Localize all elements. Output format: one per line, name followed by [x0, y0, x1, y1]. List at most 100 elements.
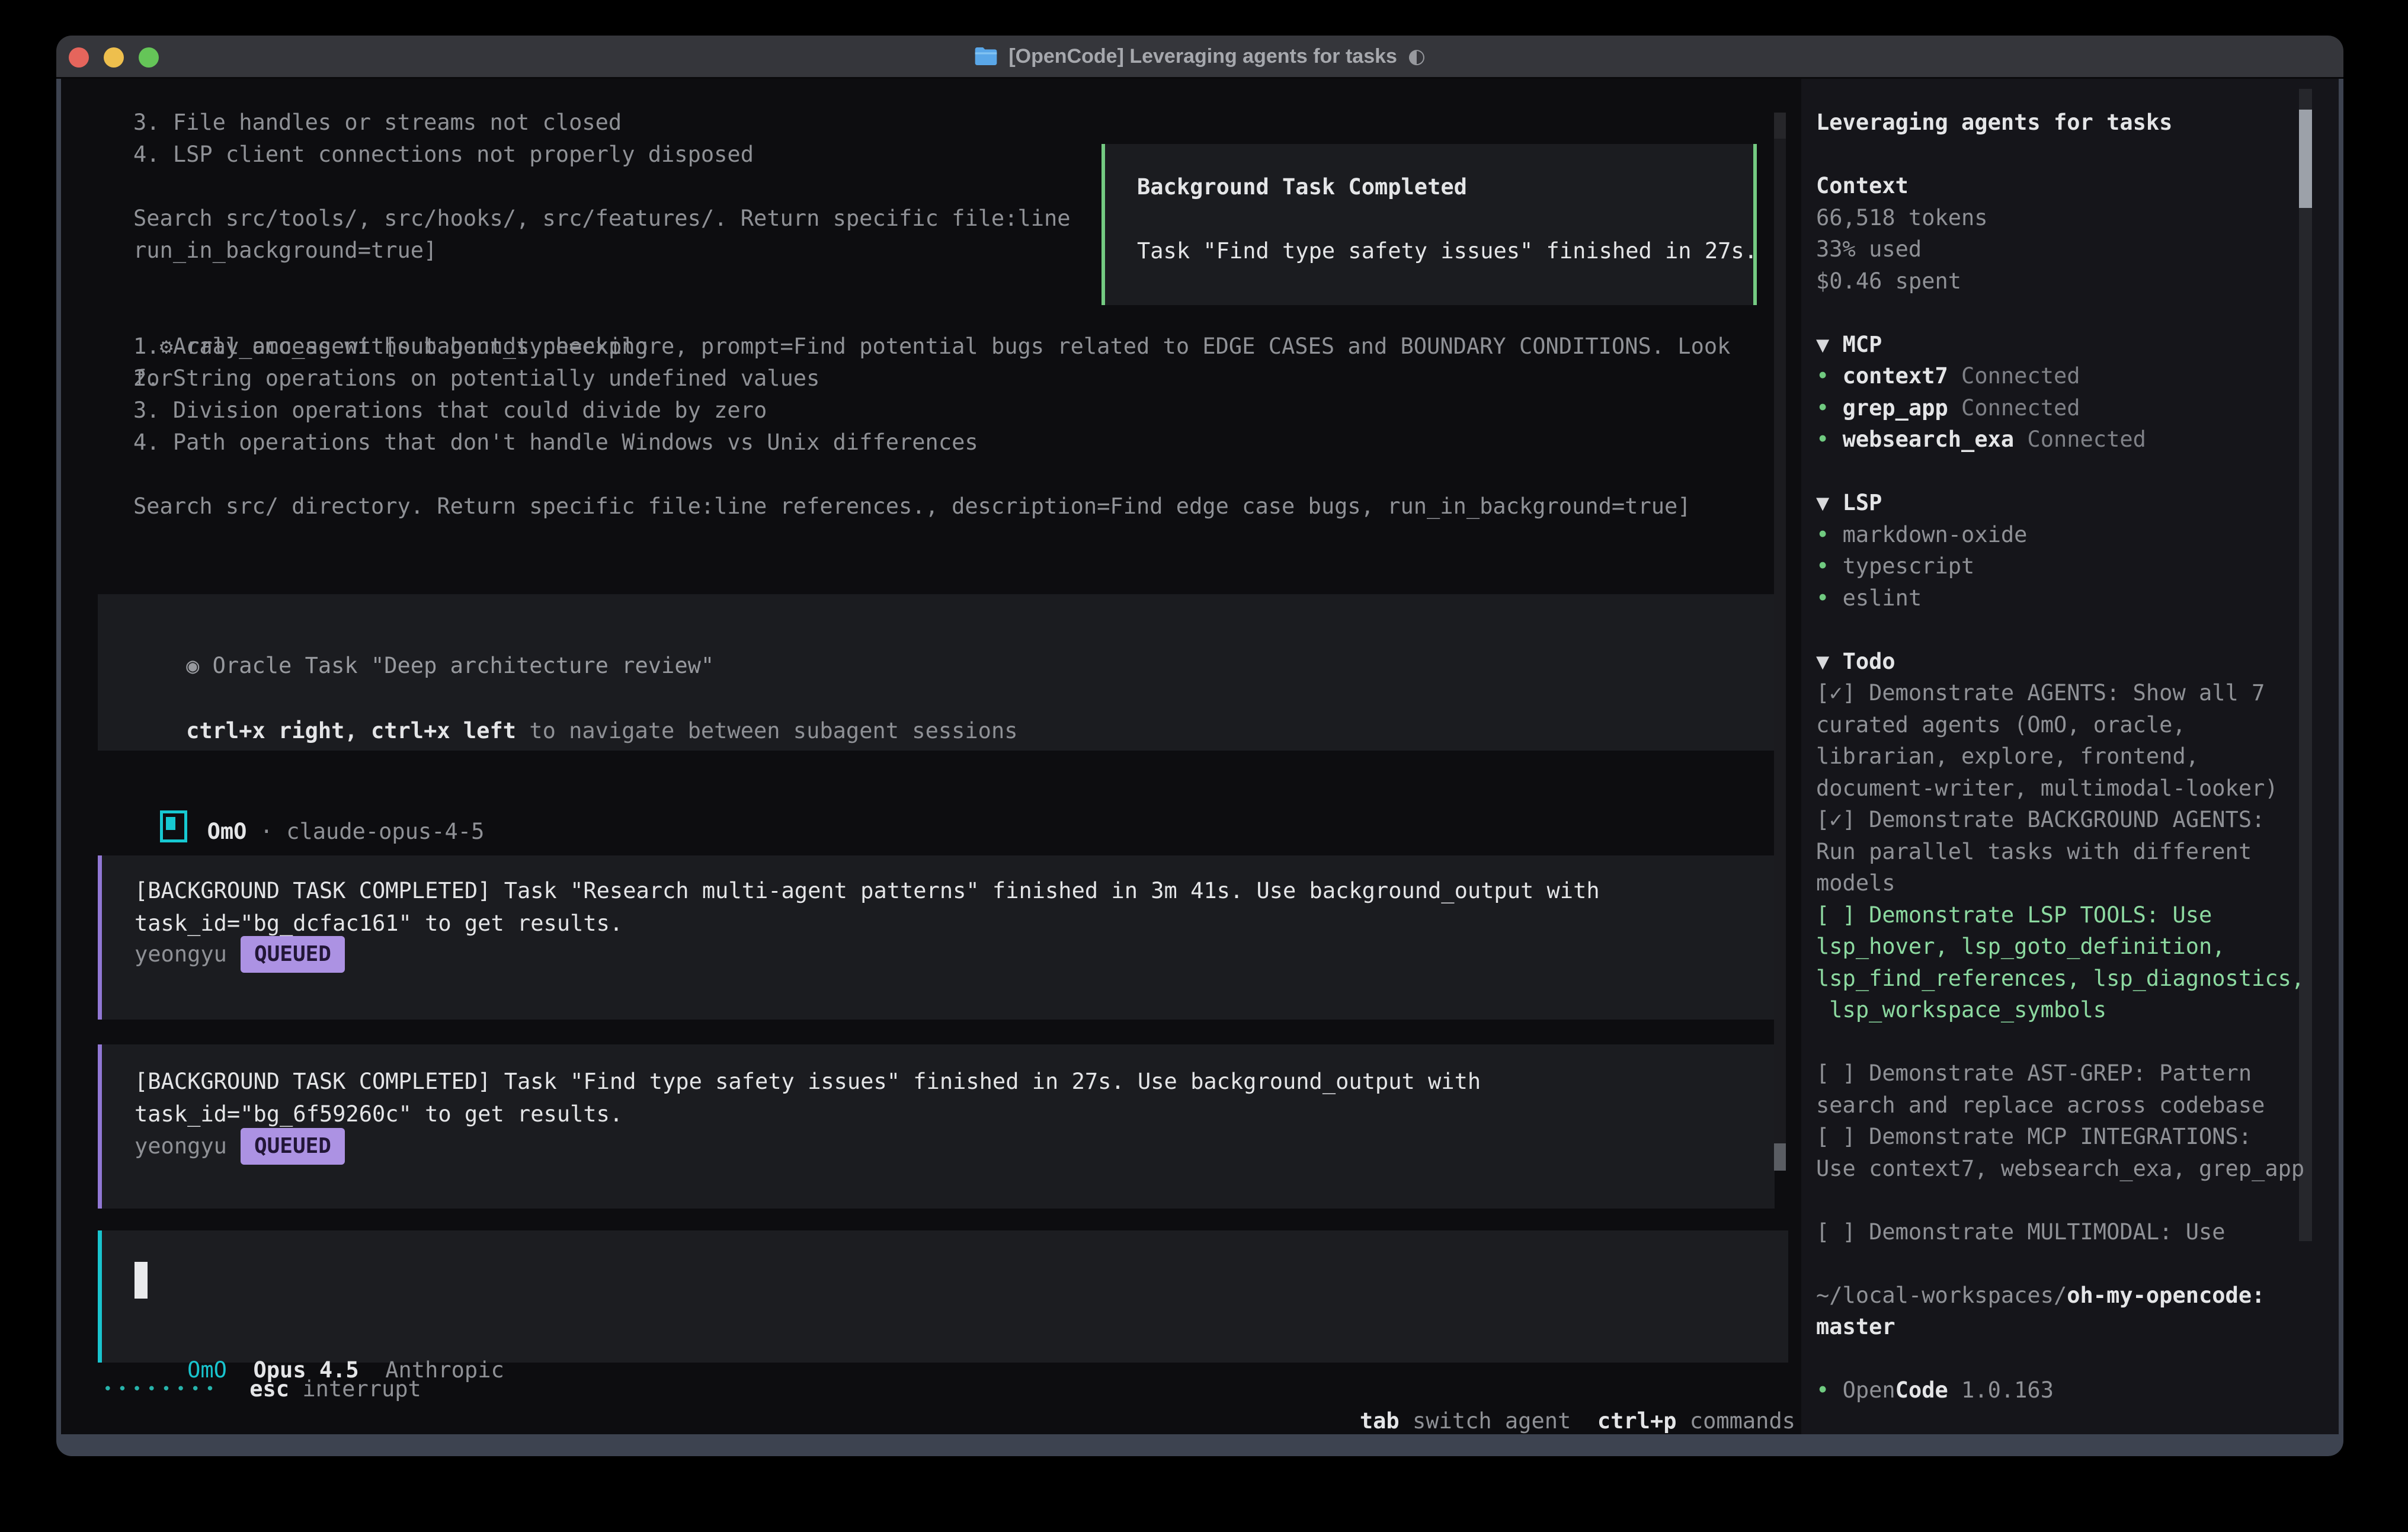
- sidebar-line: search and replace across codebase: [1816, 1089, 2337, 1121]
- prompt-input[interactable]: OmO Opus 4.5 Anthropic: [98, 1230, 1788, 1363]
- sidebar-line: Leveraging agents for tasks: [1816, 107, 2337, 139]
- sidebar-line: • markdown-oxide: [1816, 519, 2337, 551]
- terminal-line: Search src/ directory. Return specific f…: [133, 491, 1691, 523]
- terminal-line: 4. LSP client connections not properly d…: [133, 139, 1071, 171]
- terminal-line: Search src/tools/, src/hooks/, src/featu…: [133, 203, 1071, 235]
- text-segment: eslint: [1843, 585, 1922, 611]
- task-message-line1: [BACKGROUND TASK COMPLETED] Task "Resear…: [135, 875, 1600, 907]
- text-segment: Connected: [1948, 395, 2080, 421]
- sidebar-line: Use context7, websearch_exa, grep_app: [1816, 1153, 2337, 1185]
- terminal-line: [133, 459, 1691, 491]
- commands-key-label: commands: [1677, 1408, 1795, 1434]
- subagent-nav-hint: ctrl+x right, ctrl+x left to navigate be…: [133, 683, 1018, 779]
- window-titlebar: [OpenCode] Leveraging agents for tasks ◐: [56, 36, 2343, 79]
- text-segment: oh-my-opencode:: [2067, 1283, 2265, 1308]
- text-segment: [✓] Demonstrate AGENTS: Show all 7: [1816, 680, 2265, 706]
- esc-key-label: interrupt: [289, 1373, 421, 1405]
- text-segment: Run parallel tasks with different: [1816, 839, 2252, 864]
- text-segment: lsp_find_references, lsp_diagnostics,: [1816, 966, 2304, 991]
- notification-body: Task "Find type safety issues" finished …: [1137, 235, 1757, 267]
- main-scrollbar-thumb[interactable]: [1774, 1143, 1786, 1171]
- sidebar-line: [✓] Demonstrate BACKGROUND AGENTS:: [1816, 804, 2337, 836]
- separator-dot: ·: [246, 819, 286, 844]
- hint-text: to navigate between subagent sessions: [516, 718, 1017, 743]
- terminal-line: run_in_background=true]: [133, 235, 1071, 267]
- text-segment: [ ] Demonstrate MCP INTEGRATIONS:: [1816, 1124, 2252, 1149]
- text-segment: 33% used: [1816, 236, 1922, 262]
- text-segment: •: [1816, 395, 1843, 421]
- sidebar-line: • grep_app Connected: [1816, 392, 2337, 424]
- status-badge: QUEUED: [241, 1128, 345, 1165]
- keybinding-text: ctrl+x right, ctrl+x left: [186, 718, 516, 743]
- sidebar-line: • context7 Connected: [1816, 360, 2337, 392]
- text-segment: markdown-oxide: [1843, 522, 2028, 547]
- sidebar-line: [1816, 456, 2337, 488]
- main-scrollbar[interactable]: [1774, 113, 1786, 1171]
- sidebar-line: [1816, 1184, 2337, 1216]
- text-segment: Connected: [2014, 427, 2146, 452]
- sidebar-line: master: [1816, 1311, 2337, 1343]
- record-icon: ◉: [186, 653, 199, 678]
- sidebar-line: ▼ LSP: [1816, 487, 2337, 519]
- sidebar-line: curated agents (OmO, oracle,: [1816, 709, 2337, 741]
- text-segment: Open: [1843, 1377, 1895, 1403]
- terminal-line: 2. String operations on potentially unde…: [133, 363, 1691, 395]
- oracle-task-title-text: Oracle Task "Deep architecture review": [199, 653, 714, 678]
- agent-icon: [160, 810, 187, 842]
- main-scrollbar-track-top: [1774, 113, 1786, 139]
- sidebar-line: [1816, 614, 2337, 646]
- esc-key-hint: esc: [249, 1373, 289, 1405]
- text-segment: $0.46 spent: [1816, 268, 1961, 294]
- spacer: [1571, 1408, 1597, 1434]
- text-segment: •: [1816, 427, 1843, 452]
- background-task-message: [BACKGROUND TASK COMPLETED] Task "Resear…: [98, 855, 1775, 1020]
- window-border-bottom: [56, 1434, 2343, 1456]
- text-segment: 1.0.163: [1948, 1377, 2054, 1403]
- text-segment: ▼: [1816, 490, 1843, 515]
- text-segment: •: [1816, 585, 1843, 611]
- text-segment: [ ] Demonstrate LSP TOOLS: Use: [1816, 902, 2212, 928]
- sidebar-line: • OpenCode 1.0.163: [1816, 1374, 2337, 1406]
- statusbar-right: tab switch agent ctrl+p commands: [1126, 1373, 1795, 1437]
- sidebar-line: [ ] Demonstrate MULTIMODAL: Use: [1816, 1216, 2337, 1248]
- sidebar-line: 66,518 tokens: [1816, 202, 2337, 234]
- text-segment: librarian, explore, frontend,: [1816, 743, 2199, 769]
- text-segment: ~/local-workspaces/: [1816, 1283, 2067, 1308]
- text-segment: Connected: [1948, 363, 2080, 389]
- text-segment: grep_app: [1843, 395, 1948, 421]
- terminal-line: 3. Division operations that could divide…: [133, 395, 1691, 427]
- terminal-line: 1. Array access without bounds checking: [133, 331, 1691, 363]
- commands-key-hint: ctrl+p: [1597, 1408, 1677, 1434]
- background-task-notification: Background Task Completed Task "Find typ…: [1101, 144, 1757, 305]
- terminal-line: 4. Path operations that don't handle Win…: [133, 427, 1691, 459]
- sidebar-line: [1816, 139, 2337, 171]
- sidebar-line: [ ] Demonstrate AST-GREP: Pattern: [1816, 1057, 2337, 1089]
- sidebar-line: Run parallel tasks with different: [1816, 836, 2337, 868]
- text-segment: websearch_exa: [1843, 427, 2015, 452]
- window-title: [OpenCode] Leveraging agents for tasks: [1008, 45, 1397, 68]
- text-segment: [✓] Demonstrate BACKGROUND AGENTS:: [1816, 807, 2265, 832]
- sidebar-line: [✓] Demonstrate AGENTS: Show all 7: [1816, 677, 2337, 709]
- agent-name: OmO: [207, 819, 247, 844]
- sidebar-line: librarian, explore, frontend,: [1816, 741, 2337, 773]
- text-segment: models: [1816, 870, 1895, 896]
- terminal-line: [133, 171, 1071, 203]
- text-segment: typescript: [1843, 553, 1975, 579]
- text-segment: [ ] Demonstrate AST-GREP: Pattern: [1816, 1060, 2252, 1086]
- sidebar-line: [ ] Demonstrate MCP INTEGRATIONS:: [1816, 1121, 2337, 1153]
- text-segment: 66,518 tokens: [1816, 205, 1988, 230]
- text-segment: lsp_workspace_symbols: [1816, 997, 2106, 1023]
- text-segment: ▼: [1816, 332, 1843, 357]
- text-segment: context7: [1843, 363, 1948, 389]
- text-segment: Code: [1895, 1377, 1948, 1403]
- text-segment: search and replace across codebase: [1816, 1092, 2265, 1118]
- task-message-line1: [BACKGROUND TASK COMPLETED] Task "Find t…: [135, 1066, 1481, 1098]
- sidebar-line: ▼ MCP: [1816, 329, 2337, 361]
- statusbar-left: •••••••• esc interrupt: [103, 1373, 421, 1405]
- username-label: yeongyu: [135, 1130, 227, 1162]
- text-segment: Use context7, websearch_exa, grep_app: [1816, 1156, 2304, 1181]
- activity-dots-icon: ••••••••: [103, 1373, 220, 1405]
- text-segment: MCP: [1843, 332, 1882, 357]
- sidebar-line: document-writer, multimodal-looker): [1816, 773, 2337, 805]
- window-border-left: [56, 79, 61, 1434]
